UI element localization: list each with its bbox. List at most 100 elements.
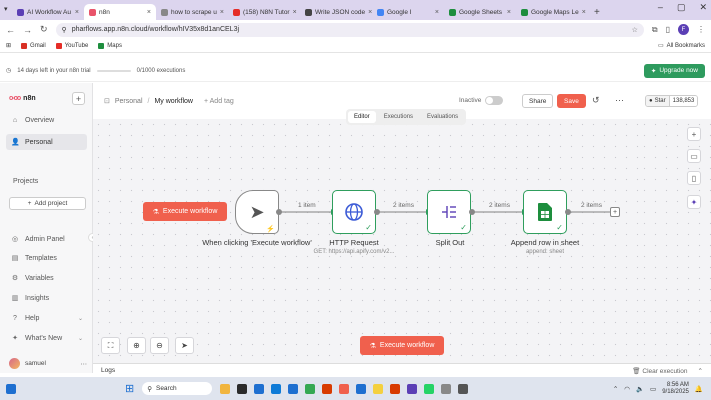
workflow-canvas[interactable]: Editor Executions Evaluations ⚗ Execute w… [93, 109, 639, 363]
bookmark-gmail[interactable]: Gmail [21, 42, 46, 49]
execute-workflow-button[interactable]: ⚗ Execute workflow [143, 202, 227, 221]
zoom-icon[interactable] [254, 383, 265, 394]
menu-icon[interactable]: ⋮ [697, 25, 705, 34]
workflow-name[interactable]: My workflow [154, 98, 193, 105]
add-node-plus-icon[interactable]: + [687, 127, 701, 141]
start-icon[interactable]: ⊞ [125, 382, 134, 395]
add-node-button[interactable]: + [610, 207, 620, 217]
toggle-switch[interactable] [485, 96, 504, 105]
output-port[interactable] [565, 209, 571, 215]
tab-close-icon[interactable]: × [75, 9, 79, 16]
close-icon[interactable]: ✕ [699, 2, 707, 13]
new-tab-button[interactable]: + [588, 4, 606, 20]
add-project-button[interactable]: + Add project [9, 197, 86, 210]
history-icon[interactable]: ↺ [592, 95, 600, 106]
expand-icon[interactable]: ⌃ [698, 367, 703, 375]
chrome-profile-icon[interactable] [407, 383, 418, 394]
output-port[interactable] [469, 209, 475, 215]
powerpoint-icon[interactable] [390, 383, 401, 394]
browser-tab[interactable]: how to scrape u × [156, 4, 228, 20]
office-icon[interactable] [322, 383, 333, 394]
zoom-out-button[interactable]: ⊖ [150, 337, 169, 354]
browser-tab[interactable]: n8n × [84, 4, 156, 20]
tab-close-icon[interactable]: × [220, 9, 224, 16]
camera-icon[interactable] [458, 383, 469, 394]
clear-execution-button[interactable]: 🗑 Clear execution [632, 367, 687, 375]
maximize-icon[interactable]: ▢ [677, 2, 686, 13]
n8n-logo[interactable]: o-oo n8n [9, 95, 36, 102]
save-button[interactable]: Save [557, 94, 586, 108]
back-icon[interactable]: ← [6, 25, 15, 35]
photos-icon[interactable] [356, 383, 367, 394]
tab-close-icon[interactable]: × [507, 9, 511, 16]
tab-close-icon[interactable]: × [582, 9, 586, 16]
tab-close-icon[interactable]: × [435, 9, 439, 16]
notification-icon[interactable]: 🔔 [695, 385, 703, 393]
browser-tab[interactable]: AI Workflow Au × [12, 4, 84, 20]
bookmark-star-icon[interactable]: ☆ [632, 26, 638, 34]
taskbar-search[interactable]: ⚲ Search [142, 382, 213, 395]
sidebar-item-variables[interactable]: ⚙ Variables [6, 270, 87, 286]
app-icon[interactable] [339, 383, 350, 394]
all-bookmarks[interactable]: ▭ All Bookmarks [658, 42, 705, 50]
minimize-icon[interactable]: – [658, 2, 663, 13]
logs-bar[interactable]: Logs 🗑 Clear execution ⌃ [93, 363, 711, 377]
bookmark-maps[interactable]: Maps [98, 42, 122, 49]
tidy-up-button[interactable]: ➤ [175, 337, 194, 354]
sidebar-item-templates[interactable]: ▤ Templates [6, 250, 87, 266]
fit-view-button[interactable]: ⛶ [101, 337, 120, 354]
share-button[interactable]: Share [522, 94, 554, 108]
side-panel-icon[interactable]: ▯ [666, 25, 670, 34]
browser-tab[interactable]: Write JSON code × [300, 4, 372, 20]
widgets-button[interactable] [6, 383, 16, 394]
settings-icon[interactable] [441, 383, 452, 394]
http-request-node[interactable]: ✓ [332, 190, 376, 234]
more-icon[interactable]: ⋯ [81, 360, 88, 368]
browser-tab[interactable]: Google Sheets × [444, 4, 516, 20]
breadcrumb-project[interactable]: Personal [115, 98, 143, 105]
file-explorer-icon[interactable] [220, 383, 231, 394]
browser-tab[interactable]: Google I × [372, 4, 444, 20]
output-port[interactable] [374, 209, 380, 215]
tab-close-icon[interactable]: × [293, 9, 297, 16]
output-port[interactable] [276, 209, 282, 215]
manual-trigger-node[interactable]: ➤ ⚡ [235, 190, 279, 234]
browser-tab[interactable]: (158) N8N Tutor × [228, 4, 300, 20]
bookmark-youtube[interactable]: YouTube [55, 42, 88, 49]
sidebar-item-help[interactable]: ? Help ⌄ [6, 310, 87, 326]
reload-icon[interactable]: ↻ [40, 24, 48, 35]
snapchat-icon[interactable] [373, 383, 384, 394]
site-info-icon[interactable]: ⚲ [62, 26, 67, 34]
execute-workflow-bottom-button[interactable]: ⚗ Execute workflow [360, 336, 444, 355]
add-tag-button[interactable]: + Add tag [204, 98, 234, 105]
more-options-icon[interactable]: ⋯ [615, 95, 624, 106]
url-input[interactable]: ⚲ pharflows.app.n8n.cloud/workflow/hIV35… [55, 22, 644, 37]
extensions-icon[interactable]: ⧉ [652, 25, 658, 35]
apps-icon[interactable]: ⊞ [6, 42, 11, 49]
browser-tab[interactable]: Google Maps Le × [516, 4, 588, 20]
whatsapp-icon[interactable] [424, 383, 435, 394]
tab-search-icon[interactable]: ▾ [4, 5, 8, 13]
chat-icon[interactable] [237, 383, 248, 394]
panel-icon[interactable]: ▯ [687, 171, 701, 185]
clock[interactable]: 8:56 AM 9/18/2025 [662, 382, 689, 396]
profile-avatar[interactable]: F [678, 24, 689, 35]
activation-toggle[interactable]: Inactive [459, 96, 504, 105]
edge-icon[interactable] [271, 383, 282, 394]
create-button[interactable]: + [72, 92, 85, 105]
sidebar-item-what-s-new[interactable]: ✦ What's New ⌄ [6, 330, 87, 346]
google-sheets-node[interactable]: ✓ [523, 190, 567, 234]
sidebar-item-admin-panel[interactable]: ◎ Admin Panel [6, 231, 87, 247]
zoom-in-button[interactable]: ⊕ [127, 337, 146, 354]
volume-icon[interactable]: 🔈 [636, 385, 644, 393]
sidebar-item-overview[interactable]: ⌂ Overview [6, 112, 87, 128]
split-out-node[interactable]: ✓ [427, 190, 471, 234]
chrome-icon[interactable] [305, 383, 316, 394]
chevron-up-icon[interactable]: ⌃ [613, 385, 618, 393]
ai-assistant-icon[interactable]: ✦ [687, 195, 701, 209]
tab-close-icon[interactable]: × [147, 9, 151, 16]
sidebar-item-insights[interactable]: ▥ Insights [6, 290, 87, 306]
upgrade-button[interactable]: ✦ Upgrade now [643, 63, 705, 78]
sidebar-item-personal[interactable]: 👤 Personal [6, 134, 87, 150]
github-star-badge[interactable]: ● Star 138,853 [645, 95, 699, 107]
